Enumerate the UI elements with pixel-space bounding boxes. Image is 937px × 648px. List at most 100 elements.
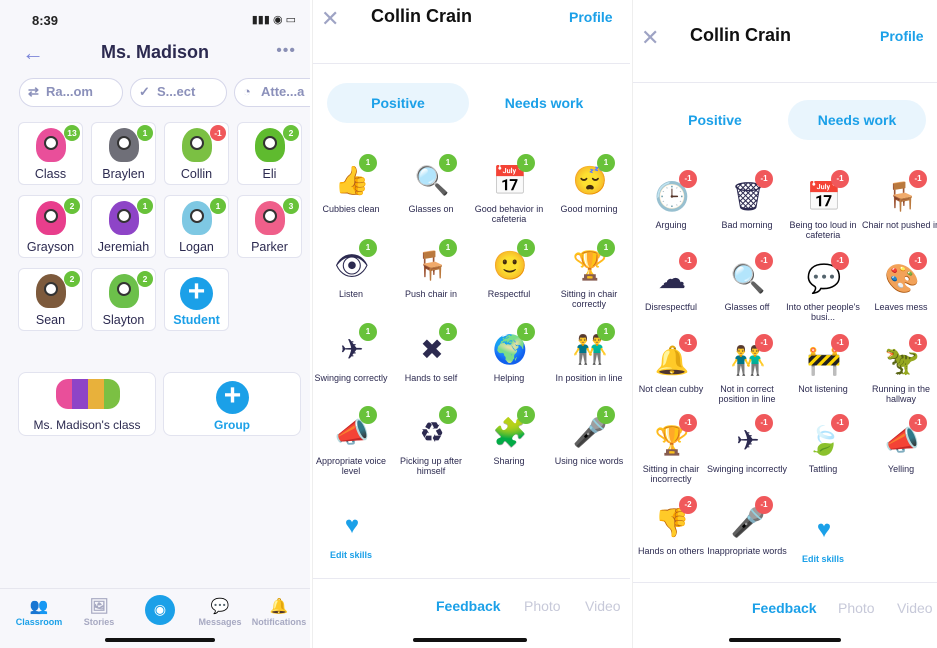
skill-button[interactable]: 🪑 -1 Chair not pushed in [862, 170, 937, 254]
add-student-button[interactable]: + Student [164, 268, 229, 331]
skill-label: Hands on others [637, 546, 705, 556]
tab-video[interactable]: Video [897, 600, 933, 616]
classroom-screen: 8:39 ▮▮▮ ◉ ▭ ← Ms. Madison ••• ⇄ Ra...om … [0, 0, 310, 648]
student-card[interactable]: 13 Class [18, 122, 83, 185]
skill-label: Glasses off [724, 302, 770, 312]
skill-button[interactable]: 🔔 -1 Not clean cubby [633, 334, 709, 418]
profile-link[interactable]: Profile [569, 9, 613, 25]
student-card[interactable]: 3 Parker [237, 195, 302, 258]
select-button[interactable]: ✓ S...ect [130, 78, 227, 107]
tab-feedback[interactable]: Feedback [436, 598, 501, 614]
class-avatars [56, 379, 120, 409]
points-badge: 3 [283, 198, 299, 214]
skill-button[interactable]: ✖ 1 Hands to self [393, 323, 469, 407]
skill-button[interactable]: 🕒 -1 Arguing [633, 170, 709, 254]
student-card[interactable]: 1 Logan [164, 195, 229, 258]
skill-button[interactable]: 🧩 1 Sharing [471, 406, 547, 490]
skill-button[interactable]: 📅 1 Good behavior in cafeteria [471, 154, 547, 238]
skill-button[interactable]: 🪑 1 Push chair in [393, 239, 469, 323]
profile-link[interactable]: Profile [880, 28, 924, 44]
skill-button[interactable]: 📅 -1 Being too loud in cafeteria [785, 170, 861, 254]
skill-points-badge: -2 [679, 496, 697, 514]
student-card[interactable]: 1 Jeremiah [91, 195, 156, 258]
tab-feedback[interactable]: Feedback [752, 600, 817, 616]
skill-button[interactable]: 👍 1 Cubbies clean [313, 154, 389, 238]
tab-video[interactable]: Video [585, 598, 621, 614]
skill-button[interactable]: 👁 1 Listen [313, 239, 389, 323]
tab-positive[interactable]: Positive [645, 100, 785, 140]
edit-skills-button[interactable]: ♥ Edit skills [313, 500, 389, 584]
student-card[interactable]: 2 Sean [18, 268, 83, 331]
points-badge: 1 [210, 198, 226, 214]
student-name: Class [34, 167, 67, 181]
skill-button[interactable]: 😴 1 Good morning [551, 154, 627, 238]
student-card[interactable]: -1 Collin [164, 122, 229, 185]
tab-needs-work[interactable]: Needs work [473, 83, 615, 123]
points-badge: -1 [210, 125, 226, 141]
camera-button[interactable]: ◉ [145, 595, 175, 625]
skill-points-badge: 1 [517, 239, 535, 257]
skill-button[interactable]: 🔍 1 Glasses on [393, 154, 469, 238]
edit-skills-button[interactable]: ♥ Edit skills [785, 504, 861, 588]
tab-notifications-label: Notifications [251, 617, 307, 627]
skill-button[interactable]: ☁ -1 Disrespectful [633, 252, 709, 336]
skill-button[interactable]: 🗑 -1 Bad morning [709, 170, 785, 254]
class-card[interactable]: Ms. Madison's class [18, 372, 156, 436]
skill-button[interactable]: 👬 1 In position in line [551, 323, 627, 407]
close-icon[interactable]: ✕ [641, 25, 659, 51]
skill-button[interactable]: 🌍 1 Helping [471, 323, 547, 407]
status-icons: ▮▮▮ ◉ ▭ [251, 14, 296, 26]
tab-messages-label: Messages [198, 617, 242, 627]
skill-button[interactable]: 🔍 -1 Glasses off [709, 252, 785, 336]
skill-button[interactable]: ♻ 1 Picking up after himself [393, 406, 469, 490]
plus-icon: + [180, 277, 213, 310]
skill-button[interactable]: 🏆 -1 Sitting in chair incorrectly [633, 414, 709, 498]
skill-button[interactable]: ✈ 1 Swinging correctly [313, 323, 389, 407]
skill-button[interactable]: 🎤 -1 Inappropriate words [707, 496, 787, 580]
tab-positive[interactable]: Positive [327, 83, 469, 123]
skill-button[interactable]: 🏆 1 Sitting in chair correctly [551, 239, 627, 323]
home-indicator [729, 638, 841, 642]
skill-button[interactable]: 🍃 -1 Tattling [785, 414, 861, 498]
skill-button[interactable]: 🦖 -1 Running in the hallway [863, 334, 937, 418]
skill-button[interactable]: 📣 1 Appropriate voice level [313, 406, 389, 490]
student-card[interactable]: 2 Slayton [91, 268, 156, 331]
attendance-button[interactable]: ◔ Atte...a [234, 78, 310, 107]
student-card[interactable]: 2 Eli [237, 122, 302, 185]
random-label: Ra...om [46, 84, 93, 99]
skill-button[interactable]: 🎤 1 Using nice words [551, 406, 627, 490]
student-name-title: Collin Crain [371, 6, 473, 26]
skill-points-badge: 1 [597, 406, 615, 424]
skill-button[interactable]: ✈ -1 Swinging incorrectly [707, 414, 787, 498]
skill-button[interactable]: 👬 -1 Not in correct position in line [709, 334, 785, 418]
tab-messages[interactable]: 💬 Messages [191, 597, 249, 627]
skill-button[interactable]: 💬 -1 Into other people's busi... [785, 252, 861, 336]
shuffle-icon: ⇄ [28, 84, 39, 99]
student-name: Grayson [26, 240, 75, 254]
tab-classroom[interactable]: 👥 Classroom [10, 597, 68, 627]
skill-points-badge: 1 [517, 406, 535, 424]
avatar-eye [44, 282, 58, 296]
skill-button[interactable]: 🎨 -1 Leaves mess [863, 252, 937, 336]
skill-button[interactable]: 👎 -2 Hands on others [633, 496, 709, 580]
close-icon[interactable]: ✕ [321, 6, 339, 32]
skill-label: Not in correct position in line [718, 384, 776, 404]
tab-photo[interactable]: Photo [838, 600, 875, 616]
student-card[interactable]: 2 Grayson [18, 195, 83, 258]
skill-label: Sitting in chair correctly [560, 289, 618, 309]
skill-button[interactable]: 🙂 1 Respectful [471, 239, 547, 323]
skill-button[interactable]: 📣 -1 Yelling [863, 414, 937, 498]
tab-needs-work[interactable]: Needs work [788, 100, 926, 140]
add-group-button[interactable]: + Group [163, 372, 301, 436]
student-card[interactable]: 1 Braylen [91, 122, 156, 185]
random-button[interactable]: ⇄ Ra...om [19, 78, 123, 107]
tab-stories[interactable]: 🖼 Stories [70, 597, 128, 627]
student-name: Jeremiah [97, 240, 150, 254]
skill-label: Good morning [560, 204, 618, 214]
more-options-icon[interactable]: ••• [276, 42, 296, 60]
tab-notifications[interactable]: 🔔 Notifications [250, 597, 308, 627]
attendance-label: Atte...a [261, 84, 305, 99]
skill-points-badge: -1 [679, 252, 697, 270]
tab-photo[interactable]: Photo [524, 598, 561, 614]
skill-button[interactable]: 🚧 -1 Not listening [785, 334, 861, 418]
